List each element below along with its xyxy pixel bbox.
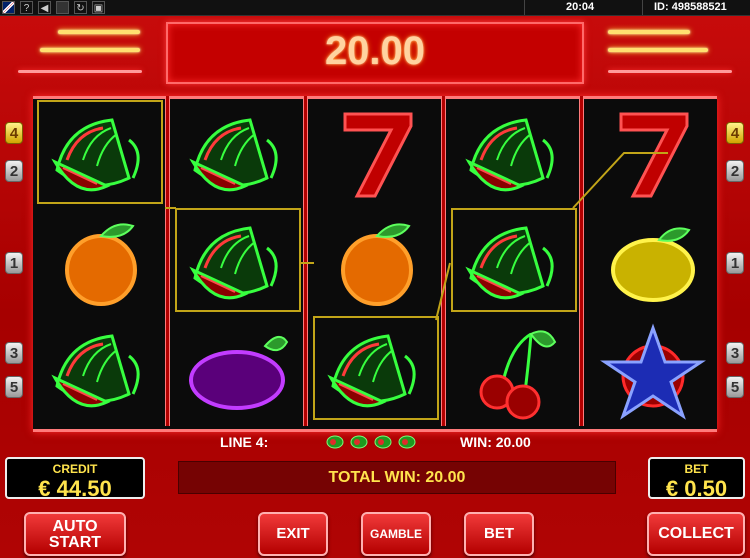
seven-icon [619, 112, 689, 198]
orange-icon [65, 223, 137, 306]
cherries-icon [479, 330, 557, 420]
neon-stripe [40, 48, 140, 52]
top-status-bar: ? ◀ ↻ ▣ 20:04 ID: 498588521 [0, 0, 750, 16]
fullscreen-icon[interactable] [56, 1, 69, 14]
winning-symbol-frame [175, 208, 301, 312]
total-win: TOTAL WIN: 20.00 [328, 469, 466, 486]
plum-icon [189, 335, 289, 410]
sound-icon[interactable]: ◀ [38, 1, 51, 14]
total-win-panel: TOTAL WIN: 20.00 [178, 461, 616, 494]
collect-button[interactable]: COLLECT [647, 512, 745, 556]
line-marker-right-2[interactable]: 2 [726, 160, 744, 182]
credit-panel: CREDIT € 44.50 [5, 457, 145, 501]
bet-label: BET [684, 462, 709, 476]
star-icon [600, 323, 706, 420]
line-marker-left-3[interactable]: 3 [5, 342, 23, 364]
watermelon-icon [189, 118, 278, 192]
lemon-icon [611, 227, 695, 302]
line-label: LINE 4: [220, 434, 269, 450]
plum-symbol [175, 316, 303, 424]
auto-label: AUTO [52, 518, 98, 535]
seven-icon [343, 112, 413, 198]
orange-symbol [313, 208, 441, 316]
winning-symbol-frame [451, 208, 577, 312]
watermelon-icon [51, 334, 140, 408]
refresh-icon[interactable]: ↻ [74, 1, 87, 14]
neon-stripe [608, 70, 732, 73]
exit-button[interactable]: EXIT [258, 512, 328, 556]
line-marker-left-2[interactable]: 2 [5, 160, 23, 182]
winning-symbol-frame [313, 316, 439, 420]
watermelon-icon [326, 435, 416, 449]
credit-label: CREDIT [52, 462, 98, 476]
line-marker-right-3[interactable]: 3 [726, 342, 744, 364]
settings-icon[interactable]: ▣ [92, 1, 105, 14]
line-marker-right-5[interactable]: 5 [726, 376, 744, 398]
bet-panel: BET € 0.50 [648, 457, 745, 501]
line-marker-left-5[interactable]: 5 [5, 376, 23, 398]
neon-stripe [58, 30, 140, 34]
reel-divider [165, 96, 170, 426]
bet-value: € 0.50 [665, 476, 728, 501]
orange-icon [341, 223, 413, 306]
orange-symbol [37, 208, 165, 316]
watermelon-symbol [175, 100, 303, 208]
reel-divider [303, 96, 308, 426]
win-display: 20.00 [166, 22, 584, 84]
watermelon-symbol [451, 100, 579, 208]
watermelon-icon [465, 118, 554, 192]
start-label: START [48, 534, 102, 551]
line-symbols [326, 434, 426, 450]
star-symbol [589, 316, 717, 424]
line-marker-left-1[interactable]: 1 [5, 252, 23, 274]
auto-start-button[interactable]: AUTO START [24, 512, 126, 556]
clock-text: 20:04 [566, 1, 595, 13]
cherries-symbol [451, 316, 579, 424]
gamble-button[interactable]: GAMBLE [361, 512, 431, 556]
reel-divider [441, 96, 446, 426]
line-win: WIN: 20.00 [460, 434, 531, 450]
uk-flag-icon[interactable] [2, 1, 15, 14]
lemon-symbol [589, 208, 717, 316]
line-marker-left-4[interactable]: 4 [5, 122, 23, 144]
watermelon-symbol [37, 316, 165, 424]
seven-symbol [589, 100, 717, 208]
neon-stripe [18, 70, 142, 73]
win-amount: 20.00 [324, 29, 426, 73]
session-id-text: ID: 498588521 [654, 1, 727, 13]
reel-divider [579, 96, 584, 426]
line-marker-right-4[interactable]: 4 [726, 122, 744, 144]
winning-symbol-frame [37, 100, 163, 204]
seven-symbol [313, 100, 441, 208]
line-marker-right-1[interactable]: 1 [726, 252, 744, 274]
neon-stripe [608, 48, 708, 52]
help-icon[interactable]: ? [20, 1, 33, 14]
credit-value: € 44.50 [38, 476, 112, 501]
neon-stripe [608, 30, 690, 34]
bet-button[interactable]: BET [464, 512, 534, 556]
